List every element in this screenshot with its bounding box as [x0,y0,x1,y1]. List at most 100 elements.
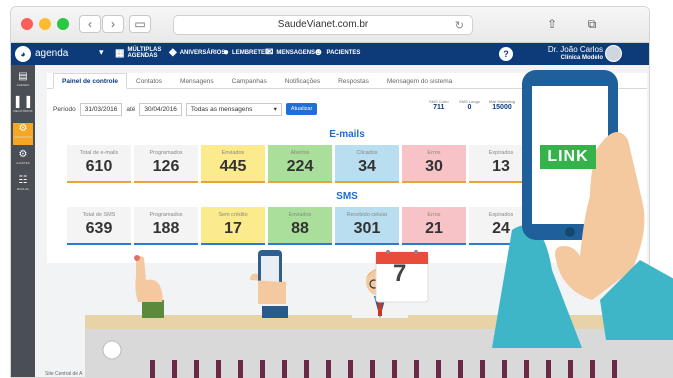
sidebar-item-reports[interactable]: ▌▐ RELATÓRIOS [13,97,33,119]
stat-accent-bar [134,181,198,183]
email-stat-card[interactable]: Clicados 34 [335,145,399,183]
stat-value: 301 [353,220,381,237]
close-window-button[interactable] [21,18,33,30]
sidebar-item-manual[interactable]: ☷ MANUAL [13,175,33,197]
menu-patients[interactable]: ☻ PACIENTES [313,47,360,58]
sidebar-item-settings[interactable]: ⚙ AJUSTES [13,149,33,171]
user-name: Dr. João Carlos [547,45,603,54]
until-label: até [126,105,136,113]
stat-label: Programados [149,212,183,218]
chevron-down-icon: ▾ [273,105,277,113]
help-button[interactable]: ? [499,47,513,61]
link-button[interactable]: LINK [540,145,596,169]
forward-button[interactable]: › [102,15,124,33]
avatar[interactable] [605,45,622,62]
share-button[interactable]: ⇧ [541,15,563,33]
message-filter-select[interactable]: Todas as mensagens ▾ [185,102,282,116]
sms-stat-card[interactable]: Total de SMS 639 [67,207,131,245]
email-stat-card[interactable]: Erros 30 [402,145,466,183]
address-bar[interactable]: SaudeVianet.com.br ↻ [173,15,473,35]
brand-name: agenda [35,48,69,59]
stat-label: Clicados [356,150,378,156]
menu-label: PACIENTES [326,49,361,56]
sidebar-item-label: MARKETING [14,135,32,139]
email-stat-card[interactable]: Programados 126 [134,145,198,183]
tab-responses[interactable]: Respostas [329,73,378,89]
stat-label: Recebido celular [346,212,388,218]
menu-birthdays[interactable]: ◆ ANIVERSÁRIOS [169,47,225,58]
tab-system-message[interactable]: Mensagem do sistema [378,73,461,89]
reload-icon[interactable]: ↻ [455,17,464,35]
credit-sms-long: SMS Longo 0 [459,99,480,111]
sidebar-item-marketing[interactable]: ⚙ MARKETING [13,123,33,145]
user-info[interactable]: Dr. João Carlos Clínica Modelo [531,45,603,63]
stat-value: 34 [358,158,376,175]
stat-label: Enviados [221,150,245,156]
stat-label: Enviados [288,212,312,218]
menu-reminders[interactable]: ● LEMBRETES [223,47,269,58]
update-button[interactable]: Atualizar [285,103,318,115]
menu-toggle-icon[interactable]: ▾ [99,47,104,58]
email-stat-card[interactable]: Enviados 445 [201,145,265,183]
email-stat-card[interactable]: Abertos 224 [268,145,332,183]
menu-label: MENSAGENS [276,49,316,56]
stat-value: 188 [152,220,180,237]
sms-stat-card[interactable]: Recebido celular 301 [335,207,399,245]
user-clinic: Clínica Modelo [560,55,603,61]
menu-label: MÚLTIPLAS AGENDAS [127,47,162,59]
tabs-button[interactable]: ⧉ [581,15,603,33]
sidebar: ▤ AGENDA ▌▐ RELATÓRIOS ⚙ MARKETING ⚙ AJU… [11,65,35,377]
zoom-window-button[interactable] [57,18,69,30]
stat-accent-bar [268,181,332,183]
menu-multiple-calendars[interactable]: ▦ MÚLTIPLAS AGENDAS [115,47,163,59]
browser-toolbar: ‹ › ▭ SaudeVianet.com.br ↻ ⇧ ⧉ [11,7,649,43]
sidebar-toggle-button[interactable]: ▭ [129,15,151,33]
app-logo-icon[interactable]: ◕ [15,46,31,62]
date-from-input[interactable]: 31/03/2016 [79,102,123,116]
tab-dashboard[interactable]: Painel de controle [53,73,127,89]
stage: ‹ › ▭ SaudeVianet.com.br ↻ ⇧ ⧉ ◕ agenda … [0,0,673,378]
sms-stat-card[interactable]: Erros 21 [402,207,466,245]
sidebar-item-agenda[interactable]: ▤ AGENDA [13,71,33,93]
stat-accent-bar [201,243,265,245]
back-button[interactable]: ‹ [79,15,101,33]
marketing-icon: ⚙ [18,123,28,134]
email-stats: Total de e-mails 610 Programados 126 Enviado… [67,145,533,183]
settings-icon: ⚙ [18,149,28,160]
agenda-icon: ▤ [18,71,28,82]
email-stat-card[interactable]: Total de e-mails 610 [67,145,131,183]
sms-stat-card[interactable]: Enviados 88 [268,207,332,245]
stat-accent-bar [402,181,466,183]
stat-label: Programados [149,150,183,156]
stat-label: Erros [427,150,441,156]
period-label: Período [53,105,76,113]
date-to-input[interactable]: 30/04/2016 [139,102,182,116]
sidebar-item-label: AJUSTES [16,161,30,165]
stat-accent-bar [134,243,198,245]
stat-accent-bar [67,181,131,183]
sms-stat-card[interactable]: Programados 188 [134,207,198,245]
stat-value: 445 [219,158,247,175]
tab-campaigns[interactable]: Campanhas [223,73,276,89]
stat-accent-bar [335,243,399,245]
address-text: SaudeVianet.com.br [277,19,369,30]
stat-label: Total de e-mails [79,150,119,156]
menu-label: ANIVERSÁRIOS [179,49,226,56]
minimize-window-button[interactable] [39,18,51,30]
stat-accent-bar [268,243,332,245]
tab-messages[interactable]: Mensagens [171,73,223,89]
tab-notifications[interactable]: Notificações [276,73,329,89]
stat-value: 21 [425,220,443,237]
stat-label: Erros [427,212,441,218]
tab-contacts[interactable]: Contatos [127,73,171,89]
desk-illustration [85,315,673,378]
stat-label: Sem crédito [218,212,248,218]
sms-stat-card[interactable]: Sem crédito 17 [201,207,265,245]
credit-value: 711 [433,104,445,111]
credit-value: 0 [467,104,472,111]
stat-accent-bar [402,243,466,245]
stat-value: 88 [291,220,309,237]
menu-messages[interactable]: ✉ MENSAGENS [265,47,315,58]
stat-value: 224 [286,158,314,175]
stat-value: 30 [425,158,443,175]
